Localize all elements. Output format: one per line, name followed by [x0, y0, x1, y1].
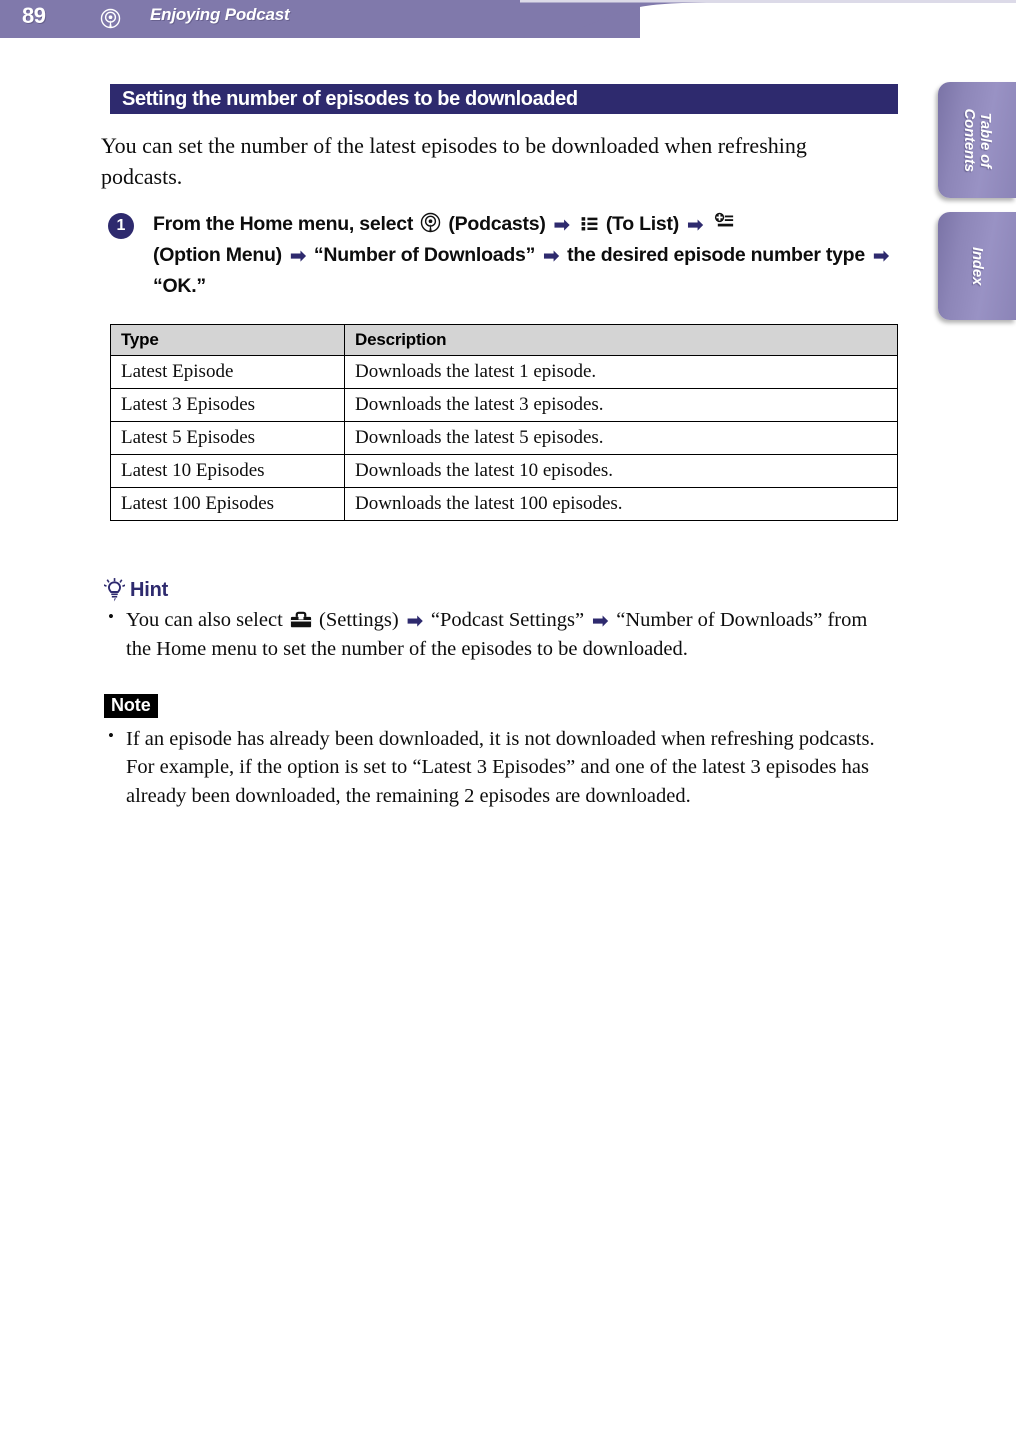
to-list-icon — [581, 217, 598, 231]
table-row: Latest Episode Downloads the latest 1 ep… — [110, 355, 898, 389]
step-number-badge: 1 — [108, 213, 134, 239]
episode-type-table: Type Description Latest Episode Download… — [110, 324, 898, 521]
podcast-icon — [100, 8, 121, 29]
note-label: Note — [104, 694, 158, 718]
column-header-type: Type — [110, 324, 345, 356]
table-header-row: Type Description — [110, 324, 898, 356]
arrow-icon: ➡ — [687, 215, 703, 236]
to-list-label: (To List) — [605, 213, 680, 235]
page-number: 89 — [22, 3, 46, 28]
table-row: Latest 10 Episodes Downloads the latest … — [110, 454, 898, 488]
chapter-title: Enjoying Podcast — [150, 5, 290, 24]
side-tab-index[interactable]: Index — [938, 212, 1016, 320]
ok-label: “OK.” — [153, 274, 206, 297]
arrow-icon: ➡ — [873, 245, 889, 267]
hint-header: Hint — [104, 578, 894, 602]
number-of-downloads-label: “Number of Downloads” — [616, 609, 823, 631]
intro-paragraph: You can set the number of the latest epi… — [101, 133, 807, 190]
cell-description: Downloads the latest 100 episodes. — [344, 487, 898, 521]
hint-text-before: You can also select — [126, 609, 283, 631]
note-bullet-item: If an episode has already been downloade… — [104, 724, 894, 810]
step-text-part1: From the Home menu, select — [153, 213, 414, 235]
hint-label: Hint — [130, 578, 169, 601]
column-header-description: Description — [344, 324, 898, 356]
arrow-icon: ➡ — [592, 611, 609, 632]
page-header: 89 Enjoying Podcast — [0, 0, 1016, 42]
arrow-icon: ➡ — [553, 215, 570, 236]
cell-type: Latest 5 Episodes — [110, 421, 345, 455]
arrow-icon: ➡ — [290, 245, 306, 267]
note-block: Note If an episode has already been down… — [104, 694, 894, 810]
episode-number-type-label: the desired episode number type — [567, 243, 865, 266]
cell-description: Downloads the latest 10 episodes. — [344, 454, 898, 488]
cell-type: Latest 3 Episodes — [110, 388, 345, 422]
header-curve-decoration — [520, 0, 720, 38]
table-row: Latest 100 Episodes Downloads the latest… — [110, 487, 898, 521]
side-tab-index-label: Index — [969, 246, 987, 286]
option-menu-icon — [714, 212, 734, 227]
cell-description: Downloads the latest 1 episode. — [344, 355, 898, 389]
section-title: Setting the number of episodes to be dow… — [110, 84, 898, 114]
step-1: 1 From the Home menu, select (Podcasts) … — [108, 210, 898, 301]
settings-toolbox-icon — [290, 611, 311, 628]
hint-block: Hint You can also select (Settings) ➡ “P… — [104, 578, 894, 664]
cell-description: Downloads the latest 5 episodes. — [344, 421, 898, 455]
arrow-icon: ➡ — [406, 611, 423, 632]
cell-description: Downloads the latest 3 episodes. — [344, 388, 898, 422]
step-instruction-text: From the Home menu, select (Podcasts) ➡ … — [153, 210, 898, 301]
side-tab-table-of-contents-label: Table of Contents — [961, 108, 995, 172]
option-menu-label: (Option Menu) — [153, 243, 282, 266]
cell-type: Latest Episode — [110, 355, 345, 389]
table-row: Latest 5 Episodes Downloads the latest 5… — [110, 421, 898, 455]
number-of-downloads-label: “Number of Downloads” — [313, 243, 536, 266]
side-tab-table-of-contents[interactable]: Table of Contents — [938, 82, 1016, 198]
hint-bullet-item: You can also select (Settings) ➡ “Podcas… — [104, 605, 894, 664]
cell-type: Latest 100 Episodes — [110, 487, 345, 521]
podcast-settings-label: “Podcast Settings” — [430, 609, 585, 631]
podcast-icon — [421, 212, 441, 233]
lightbulb-icon — [104, 578, 125, 602]
arrow-icon: ➡ — [543, 245, 559, 267]
settings-label: (Settings) — [319, 609, 399, 631]
cell-type: Latest 10 Episodes — [110, 454, 345, 488]
podcasts-label: (Podcasts) — [448, 213, 546, 235]
table-row: Latest 3 Episodes Downloads the latest 3… — [110, 388, 898, 422]
